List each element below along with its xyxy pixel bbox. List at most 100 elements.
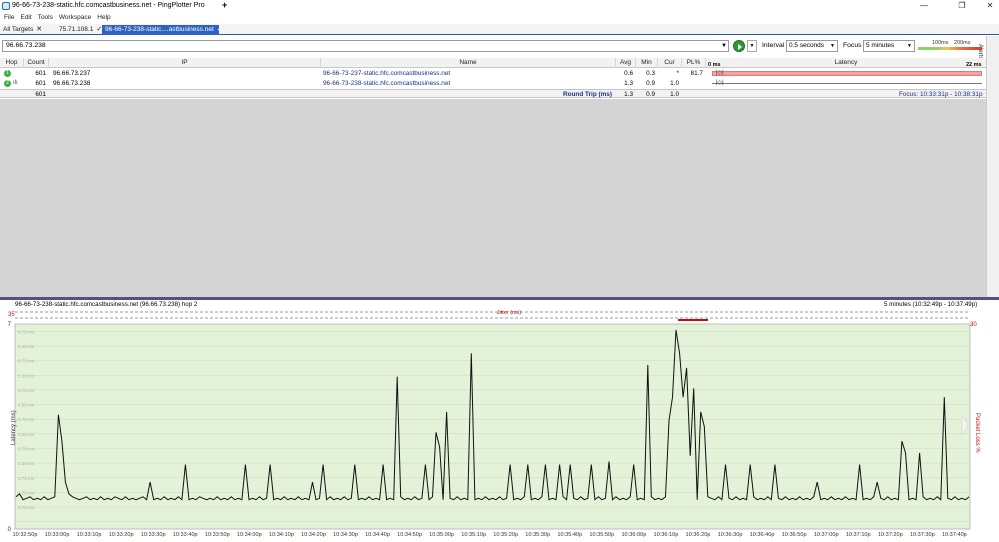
tab-label: All Targets	[3, 26, 34, 33]
x-tick-label: 10:36:10p	[653, 532, 678, 538]
tab-75-71-108-1[interactable]: 75.71.108.1 ✓	[56, 25, 102, 35]
maximize-button[interactable]: ❐	[956, 0, 968, 12]
roundtrip-avg: 1.3	[624, 91, 633, 98]
pl-cell: 81.7	[690, 70, 703, 77]
menu-help[interactable]: Help	[94, 12, 113, 24]
menu-bar: File Edit Tools Workspace Help	[0, 12, 999, 24]
roundtrip-count: 601	[35, 91, 46, 98]
x-tick-label: 10:33:30p	[141, 532, 166, 538]
x-tick-label: 10:37:00p	[814, 532, 839, 538]
cur-cell: 1.0	[670, 80, 679, 87]
x-tick-label: 10:33:20p	[109, 532, 134, 538]
header-pl[interactable]: PL%	[682, 58, 706, 68]
roundtrip-row: 601 Round Trip (ms) 1.3 0.9 1.0 Focus: 1…	[0, 89, 986, 98]
grid-header: Hop Count IP Name Avg Min Cur PL% Latenc…	[0, 58, 986, 68]
roundtrip-label: Round Trip (ms)	[563, 91, 612, 98]
x-tick-label: 10:33:00p	[45, 532, 70, 538]
count-cell: 601	[35, 70, 46, 77]
name-cell[interactable]: 96-66-73-238-static.hfc.comcastbusiness.…	[323, 79, 450, 88]
focus-range: Focus: 10:33:31p - 10:38:31p	[899, 91, 983, 98]
tab-bar: All Targets ✕ 75.71.108.1 ✓ 96-66-73-238-s…	[0, 24, 999, 35]
packet-loss-bar	[712, 71, 982, 76]
jitter-axis-max: 35	[8, 312, 15, 318]
x-tick-label: 10:34:00p	[237, 532, 262, 538]
count-cell: 601	[35, 80, 46, 87]
graph-title: 96-66-73-238-static.hfc.comcastbusiness.…	[15, 301, 198, 308]
x-tick-label: 10:37:10p	[846, 532, 871, 538]
header-name[interactable]: Name	[321, 58, 616, 68]
x-tick-label: 10:36:30p	[718, 532, 743, 538]
x-tick-label: 10:37:30p	[910, 532, 935, 538]
close-icon[interactable]: ✕	[36, 26, 42, 33]
x-tick-label: 10:33:40p	[173, 532, 198, 538]
latency-max-label: 22 ms	[966, 62, 982, 68]
y-axis-label: Latency (ms)	[11, 410, 17, 445]
chevron-down-icon: ▼	[830, 43, 835, 49]
minimize-button[interactable]: —	[918, 0, 930, 12]
jitter-label: Jitter (ms)	[497, 310, 522, 316]
tab-all-targets[interactable]: All Targets ✕	[0, 25, 55, 35]
grid-label: 1.75 ms	[18, 476, 35, 481]
hop-number: 2	[4, 80, 11, 87]
x-tick-label: 10:34:50p	[397, 532, 422, 538]
table-row[interactable]: 1 601 96.66.73.237 96-66-73-237-static.h…	[0, 69, 986, 78]
grid-label: 3.25 ms	[18, 432, 35, 437]
header-avg[interactable]: Avg	[616, 58, 636, 68]
ip-cell: 96.66.73.237	[53, 70, 91, 77]
close-window-button[interactable]: ✕	[984, 0, 996, 12]
menu-workspace[interactable]: Workspace	[56, 12, 94, 24]
chevron-down-icon[interactable]: ▼	[719, 41, 729, 51]
grid-label: 6.25 ms	[18, 344, 35, 349]
x-tick-label: 10:35:40p	[557, 532, 582, 538]
interval-select[interactable]: 0.5 seconds ▼	[786, 40, 838, 52]
x-tick-label: 10:33:50p	[205, 532, 230, 538]
menu-file[interactable]: File	[0, 12, 17, 24]
menu-edit[interactable]: Edit	[17, 12, 34, 24]
tab-label: 75.71.108.1	[59, 26, 94, 33]
tab-96-66-73-238[interactable]: 96-66-73-238-static....astbusiness.net ✓	[102, 25, 223, 35]
roundtrip-min: 0.9	[646, 91, 655, 98]
check-icon: ✓	[216, 26, 223, 33]
x-tick-label: 10:32:50p	[13, 532, 38, 538]
x-tick-label: 10:35:00p	[429, 532, 454, 538]
header-cur[interactable]: Cur	[658, 58, 682, 68]
tab-label: 96-66-73-238-static....astbusiness.net	[105, 26, 214, 33]
roundtrip-cur: 1.0	[670, 91, 679, 98]
y-tick-label: 0	[8, 527, 12, 533]
x-tick-label: 10:35:20p	[493, 532, 518, 538]
header-count[interactable]: Count	[24, 58, 49, 68]
y-tick-label: 7	[8, 322, 12, 328]
alerts-panel[interactable]	[986, 36, 999, 298]
scale-label-200: 200ms	[954, 40, 971, 46]
grid-label: 2.75 ms	[18, 446, 35, 451]
latency-line	[712, 83, 982, 84]
x-tick-label: 10:34:10p	[269, 532, 294, 538]
graph-time-range[interactable]: 5 minutes (10:32:49p - 10:37:49p)	[884, 301, 977, 309]
grid-label: 0.75 ms	[18, 505, 35, 510]
x-tick-label: 10:34:20p	[301, 532, 326, 538]
x-tick-label: 10:36:50p	[782, 532, 807, 538]
focus-select[interactable]: 5 minutes ▼	[863, 40, 915, 52]
latency-marker-icon: |◇|	[716, 70, 724, 76]
interval-value: 0.5 seconds	[789, 42, 825, 49]
header-min[interactable]: Min	[636, 58, 658, 68]
x-tick-label: 10:36:40p	[750, 532, 775, 538]
header-latency[interactable]: Latency	[706, 58, 986, 68]
pl-cell	[682, 79, 703, 88]
latency-bar: |◇|	[708, 69, 986, 78]
table-row[interactable]: 2 ılı 601 96.66.73.238 96-66-73-238-stat…	[0, 79, 986, 88]
name-cell[interactable]: 96-66-73-237-static.hfc.comcastbusiness.…	[323, 69, 450, 78]
x-tick-label: 10:33:10p	[77, 532, 102, 538]
header-ip[interactable]: IP	[49, 58, 321, 68]
chevron-down-icon[interactable]: ▼	[747, 40, 757, 52]
add-tab-button[interactable]: +	[222, 0, 227, 11]
panel-splitter[interactable]	[0, 297, 999, 300]
target-input[interactable]: 96.66.73.238	[2, 40, 729, 52]
header-hop[interactable]: Hop	[0, 58, 24, 68]
x-tick-label: 10:37:40p	[942, 532, 967, 538]
x-tick-label: 10:34:40p	[365, 532, 390, 538]
menu-tools[interactable]: Tools	[35, 12, 56, 24]
grid-label: 4.75 ms	[18, 388, 35, 393]
grid-label: 5.75 ms	[18, 359, 35, 364]
play-icon[interactable]	[733, 40, 745, 52]
